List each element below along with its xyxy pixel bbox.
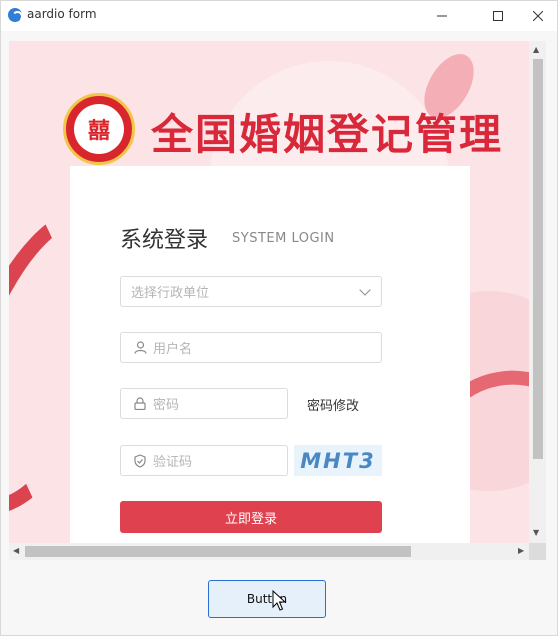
user-icon xyxy=(133,341,147,355)
minimize-button[interactable] xyxy=(419,1,465,31)
close-icon xyxy=(533,11,543,21)
app-window: aardio form 囍 全国婚姻登记管理 系统登录 SYSTEM LOGIN… xyxy=(0,0,558,636)
captcha-placeholder: 验证码 xyxy=(153,455,193,470)
administrative-unit-select[interactable]: 选择行政单位 xyxy=(120,276,382,307)
minimize-icon xyxy=(437,15,447,17)
scroll-left-icon[interactable]: ◀ xyxy=(13,546,19,555)
username-input[interactable]: 用户名 xyxy=(120,332,382,363)
scroll-right-icon[interactable]: ▶ xyxy=(518,546,524,555)
horizontal-scroll-thumb[interactable] xyxy=(25,546,411,557)
captcha-input[interactable]: 验证码 xyxy=(120,445,288,476)
select-placeholder: 选择行政单位 xyxy=(131,286,210,301)
login-title: 系统登录 xyxy=(120,228,209,253)
lock-icon xyxy=(133,397,147,411)
banner-title: 全国婚姻登记管理 xyxy=(151,110,504,159)
change-password-link[interactable]: 密码修改 xyxy=(307,395,359,414)
vertical-scroll-thumb[interactable] xyxy=(533,59,543,459)
password-placeholder: 密码 xyxy=(153,398,180,413)
window-title: aardio form xyxy=(27,7,97,21)
login-card: 系统登录 SYSTEM LOGIN 选择行政单位 用户名 密码 密码修改 验证码… xyxy=(70,166,470,543)
captcha-image[interactable]: MHT3 xyxy=(294,445,382,476)
maximize-button[interactable] xyxy=(475,1,521,31)
shield-icon xyxy=(133,453,147,468)
password-input[interactable]: 密码 xyxy=(120,388,288,419)
marriage-registration-emblem-icon: 囍 xyxy=(63,93,135,165)
chevron-down-icon xyxy=(359,284,371,296)
username-placeholder: 用户名 xyxy=(153,342,193,357)
scroll-up-icon[interactable]: ▲ xyxy=(533,45,539,54)
emblem-center: 囍 xyxy=(74,104,124,154)
vertical-scrollbar[interactable]: ▲ ▼ xyxy=(529,41,546,543)
login-subtitle: SYSTEM LOGIN xyxy=(232,231,335,246)
scroll-down-icon[interactable]: ▼ xyxy=(533,528,539,537)
mouse-cursor-icon xyxy=(272,590,286,611)
app-icon xyxy=(8,8,23,22)
title-bar[interactable]: aardio form xyxy=(1,1,557,31)
action-button[interactable]: Button xyxy=(208,580,326,618)
close-button[interactable] xyxy=(519,1,557,31)
horizontal-scrollbar[interactable]: ◀ ▶ xyxy=(9,543,529,560)
scrollbar-corner xyxy=(529,543,546,560)
login-submit-button[interactable]: 立即登录 xyxy=(120,501,382,533)
maximize-icon xyxy=(493,11,503,21)
web-view: 囍 全国婚姻登记管理 系统登录 SYSTEM LOGIN 选择行政单位 用户名 … xyxy=(9,41,529,543)
